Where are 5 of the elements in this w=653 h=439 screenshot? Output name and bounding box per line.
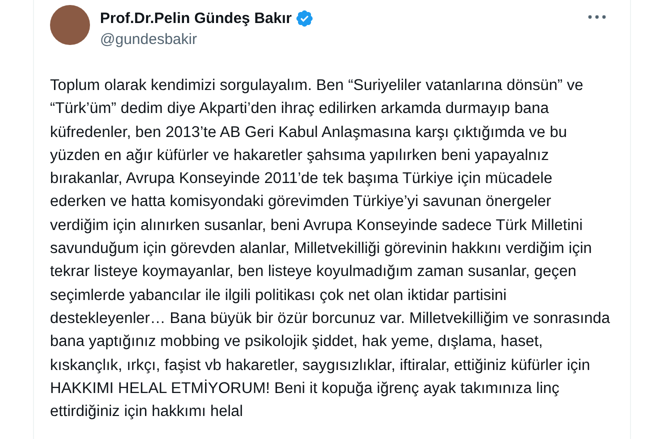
author-name[interactable]: Prof.Dr.Pelin Gündeş Bakır [100,10,292,27]
author-handle[interactable]: @gundesbakir [100,31,578,48]
tweet-text: Toplum olarak kendimizi sorgulayalım. Ben “Suriyeliler vatanlarına dönsün” ve “Türk’üm” dedim diye Akparti’den ihraç edilirken arkamda durmayıp bana küfredenler, ben 2013’te AB Geri Kabul Anlaşmasına karşı çıktığımda ve bu yüzden en ağır küfürler ve hakaretler şahsıma yapılırken beni yapayalnız bırakanlar, Avrupa Konseyinde 2011’de tek başıma Türkiye için mücadele ederken ve hatta komisyondaki görevimden Türkiye’yi savunan önergeler verdiğim için alınırken susanlar, beni Avrupa Konseyinde sadece Türk Milletini savunduğum için görevden alanlar, Milletvekilliği görevinin hakkını verdiğim için tekrar listeye koymayanlar, ben listeye koyulmadığım zaman susanlar, geçen seçimlerde yabancılar ile ilgili politikası çok net olan iktidar partisini destekleyenler… Bana büyük bir özür borcunuz var. Milletvekilliğim ve sonrasında bana yaptığınız mobbing ve psikolojik şiddet, hak yeme, dışlama, haset, kıskançlık, ırkçı, faşist vb hakaretler, saygısızlıklar, iftiralar, ettiğiniz küfürler için HAKKIMI HELAL ETMİYORUM! Beni it kopuğa iğrenç ayak takımınıza linç ettirdiğiniz için hakkımı helal [50,76,610,422]
more-options-icon[interactable] [588,15,606,19]
avatar[interactable] [50,5,90,45]
